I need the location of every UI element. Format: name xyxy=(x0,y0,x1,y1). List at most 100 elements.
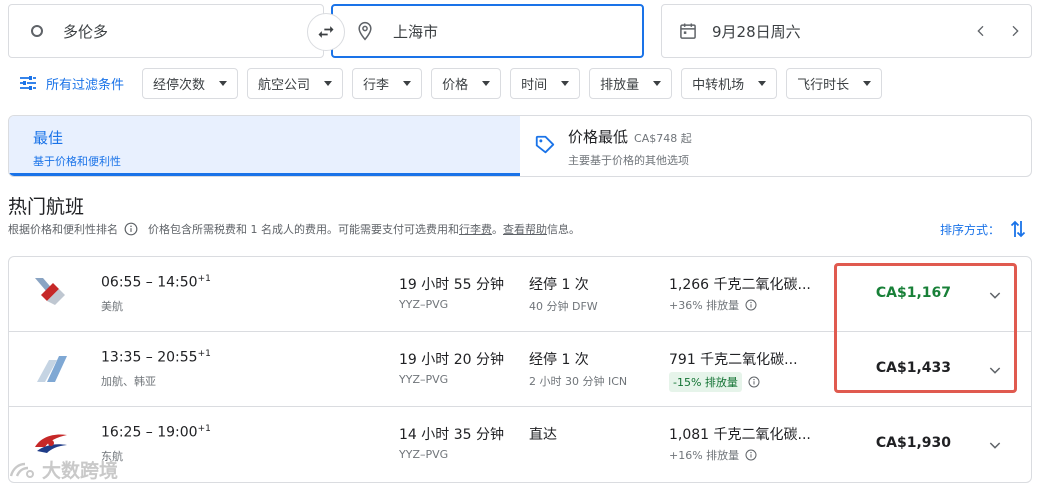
chip-label: 飞行时长 xyxy=(797,77,850,93)
price-tag-icon xyxy=(534,134,556,156)
air-canada-asiana-logo xyxy=(31,350,71,386)
co2-emissions: 1,081 千克二氧化碳... xyxy=(669,427,811,443)
chevron-down-icon[interactable] xyxy=(987,437,1003,453)
airline-name: 加航、韩亚 xyxy=(101,375,156,388)
flight-time-range: 06:55 – 14:50 xyxy=(101,274,198,291)
caret-down-icon xyxy=(403,80,412,86)
caret-down-icon xyxy=(758,80,767,86)
chip-label: 经停次数 xyxy=(153,77,206,93)
co2-emissions: 791 千克二氧化碳... xyxy=(669,352,798,368)
chip-label: 行李 xyxy=(363,77,390,93)
chip-label: 航空公司 xyxy=(258,77,311,93)
baggage-fees-link[interactable]: 行李费 xyxy=(459,221,492,237)
layover-detail: 2 小时 30 分钟 ICN xyxy=(529,375,628,388)
sort-label: 排序方式： xyxy=(939,222,1000,237)
filter-chip-bags[interactable]: 行李 xyxy=(352,67,423,99)
flight-stops: 经停 1 次 xyxy=(529,352,589,368)
emissions-delta-text: +36% 排放量 xyxy=(669,299,740,312)
help-link[interactable]: 查看帮助 xyxy=(503,221,547,237)
chevron-right-icon[interactable] xyxy=(1007,23,1023,39)
all-filters-button[interactable]: 所有过滤条件 xyxy=(20,74,124,93)
origin-circle-icon xyxy=(31,25,43,37)
ranking-note-text: 根据价格和便利性排名 xyxy=(8,223,118,236)
caret-down-icon xyxy=(561,80,570,86)
info-icon[interactable] xyxy=(745,449,757,461)
day-offset: +1 xyxy=(197,349,211,359)
filter-chip-stops[interactable]: 经停次数 xyxy=(142,67,239,99)
price-highlight-annotation xyxy=(834,263,1017,393)
info-icon[interactable] xyxy=(124,222,138,236)
section-heading: 热门航班 xyxy=(8,196,85,218)
flight-stops: 直达 xyxy=(529,427,557,443)
tab-best-title: 最佳 xyxy=(33,129,64,147)
date-field[interactable]: 9月28日周六 xyxy=(661,4,1032,58)
chip-label: 排放量 xyxy=(600,77,640,93)
flight-times: 16:25 – 19:00+1 xyxy=(101,424,211,441)
tab-best[interactable]: 最佳 基于价格和便利性 xyxy=(9,116,521,176)
tab-cheapest[interactable]: 价格最低 CA$748 起 主要基于价格的其他选项 xyxy=(520,116,1031,176)
chevron-left-icon[interactable] xyxy=(973,23,989,39)
ranking-note: 根据价格和便利性排名 价格包含所需税费和 1 名成人的费用。可能需要支付可选费用… xyxy=(8,221,580,237)
flight-stops: 经停 1 次 xyxy=(529,277,589,293)
filter-icon xyxy=(20,76,36,90)
day-offset: +1 xyxy=(197,274,211,284)
tab-cheapest-from-price: CA$748 起 xyxy=(634,132,692,145)
flight-route: YYZ–PVG xyxy=(399,373,449,386)
info-icon[interactable] xyxy=(748,376,760,388)
filter-chip-price[interactable]: 价格 xyxy=(431,67,502,99)
caret-down-icon xyxy=(219,80,228,86)
flight-route: YYZ–PVG xyxy=(399,448,449,461)
co2-emissions: 1,266 千克二氧化碳... xyxy=(669,277,811,293)
watermark-logo-icon xyxy=(9,462,34,478)
destination-value: 上海市 xyxy=(393,22,439,41)
emissions-delta-text: +16% 排放量 xyxy=(669,449,740,462)
origin-field[interactable]: 多伦多 xyxy=(8,4,324,58)
flight-duration: 14 小时 35 分钟 xyxy=(399,427,504,443)
chip-label: 中转机场 xyxy=(692,77,745,93)
emissions-delta-badge: -15% 排放量 xyxy=(669,372,742,392)
flight-duration: 19 小时 20 分钟 xyxy=(399,352,504,368)
swap-button[interactable] xyxy=(307,13,345,51)
price-note-text: 价格包含所需税费和 1 名成人的费用。可能需要支付可选费用和 xyxy=(148,223,459,236)
emissions-delta: -15% 排放量 xyxy=(669,372,760,392)
price-note-end: 信息。 xyxy=(547,223,580,236)
all-filters-label: 所有过滤条件 xyxy=(46,77,125,93)
filter-chip-airlines[interactable]: 航空公司 xyxy=(247,67,344,99)
flight-time-range: 13:35 – 20:55 xyxy=(101,349,198,366)
watermark: 大数跨境 xyxy=(8,456,118,483)
emissions-delta: +16% 排放量 xyxy=(669,447,757,463)
sort-button[interactable]: 排序方式： xyxy=(940,219,1026,239)
sort-tabs: 最佳 基于价格和便利性 价格最低 CA$748 起 主要基于价格的其他选项 xyxy=(8,115,1032,177)
chip-label: 时间 xyxy=(521,77,548,93)
watermark-text: 大数跨境 xyxy=(42,460,119,482)
date-value: 9月28日周六 xyxy=(712,22,801,41)
tab-cheapest-title: 价格最低 xyxy=(568,128,629,146)
info-icon[interactable] xyxy=(745,299,757,311)
origin-value: 多伦多 xyxy=(63,22,109,41)
emissions-delta: +36% 排放量 xyxy=(669,297,757,313)
filter-chip-emissions[interactable]: 排放量 xyxy=(589,67,673,99)
filter-chip-connecting-airports[interactable]: 中转机场 xyxy=(681,67,778,99)
flight-times: 13:35 – 20:55+1 xyxy=(101,349,211,366)
price-note-sep: 。 xyxy=(492,223,503,236)
caret-down-icon xyxy=(324,80,333,86)
caret-down-icon xyxy=(863,80,872,86)
caret-down-icon xyxy=(482,80,491,86)
filter-chip-duration[interactable]: 飞行时长 xyxy=(786,67,883,99)
calendar-icon xyxy=(678,21,700,41)
swap-icon xyxy=(318,26,334,38)
flight-duration: 19 小时 55 分钟 xyxy=(399,277,504,293)
flight-times: 06:55 – 14:50+1 xyxy=(101,274,211,291)
location-pin-icon xyxy=(355,20,377,42)
destination-field[interactable]: 上海市 xyxy=(331,4,644,58)
american-airlines-logo xyxy=(31,275,71,311)
flight-row[interactable]: 16:25 – 19:00+1 东航 14 小时 35 分钟 YYZ–PVG 直… xyxy=(9,407,1031,482)
flight-price: CA$1,930 xyxy=(875,435,951,451)
tab-best-subtitle: 基于价格和便利性 xyxy=(33,155,121,168)
filter-chip-times[interactable]: 时间 xyxy=(510,67,581,99)
sort-icon xyxy=(1010,220,1026,238)
caret-down-icon xyxy=(653,80,662,86)
flight-time-range: 16:25 – 19:00 xyxy=(101,424,198,441)
airline-name: 美航 xyxy=(101,300,123,313)
tab-cheapest-subtitle: 主要基于价格的其他选项 xyxy=(568,154,690,167)
